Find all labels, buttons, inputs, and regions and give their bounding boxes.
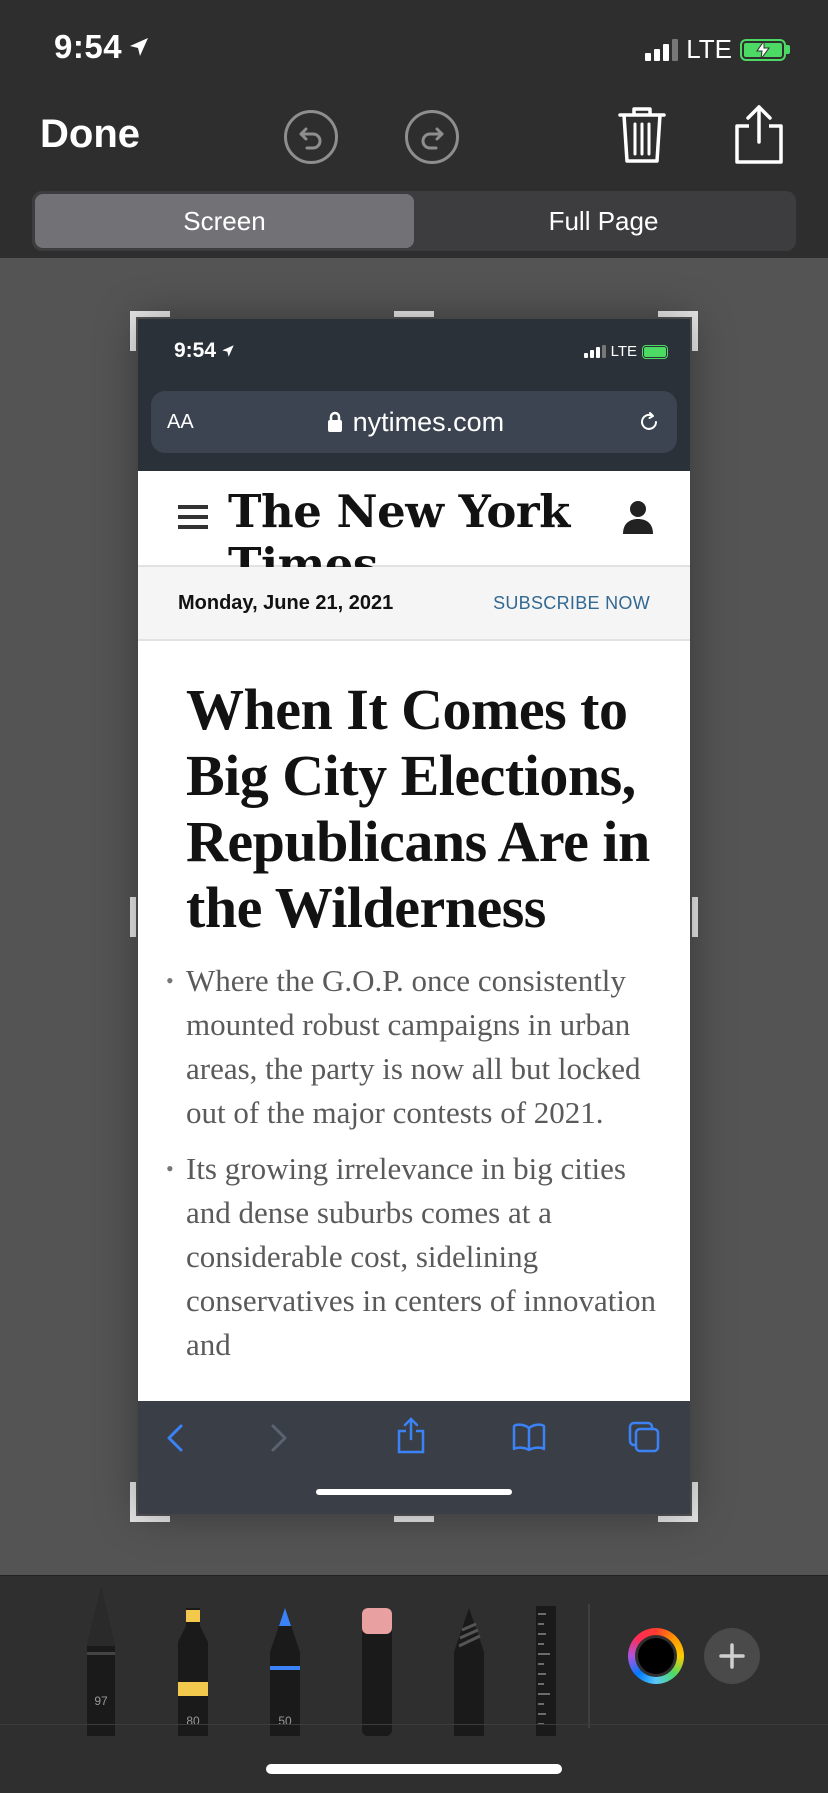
segment-screen[interactable]: Screen — [35, 194, 414, 248]
bookmarks-icon — [512, 1423, 546, 1451]
preview-safari-header: 9:54 LTE AA nytimes.com — [138, 319, 690, 471]
forward-chevron-icon — [271, 1424, 287, 1452]
lock-icon — [327, 411, 342, 432]
color-picker-button[interactable] — [628, 1628, 684, 1684]
share-icon — [397, 1417, 425, 1454]
battery-charging-icon — [642, 344, 668, 359]
battery-charging-icon — [740, 38, 786, 61]
palette-divider — [588, 1604, 590, 1728]
preview-url: nytimes.com — [352, 406, 505, 437]
share-icon — [735, 105, 783, 164]
preview-status-indicators: LTE — [583, 343, 668, 360]
signal-icon — [583, 345, 606, 358]
undo-icon — [299, 127, 322, 150]
status-time: 9:54 — [54, 28, 150, 66]
redo-icon — [421, 127, 444, 150]
preview-dateline: Monday, June 21, 2021 SUBSCRIBE NOW — [138, 567, 690, 641]
segment-full-page[interactable]: Full Page — [414, 194, 793, 248]
add-tool-button[interactable] — [704, 1628, 760, 1684]
lasso-icon — [454, 1608, 484, 1736]
marker-width-label: 80 — [186, 1714, 200, 1728]
pencil-tool[interactable]: 50 — [266, 1606, 304, 1741]
lasso-tool[interactable] — [450, 1606, 488, 1741]
trash-icon — [618, 107, 666, 163]
pen-tool[interactable]: 97 — [82, 1586, 120, 1741]
selected-color-swatch — [638, 1638, 674, 1674]
share-button[interactable] — [732, 104, 786, 171]
ruler-icon — [536, 1606, 556, 1736]
delete-button[interactable] — [616, 104, 668, 171]
status-indicators: LTE — [645, 34, 790, 65]
eraser-icon — [362, 1608, 392, 1736]
pencil-width-label: 50 — [278, 1714, 292, 1728]
network-label: LTE — [686, 34, 732, 64]
crop-handle-top-left[interactable] — [130, 311, 170, 317]
reader-aa-button: AA — [167, 410, 194, 433]
home-indicator — [266, 1764, 562, 1774]
preview-status-time: 9:54 — [174, 339, 235, 363]
summary-bullet: Where the G.O.P. once consistently mount… — [166, 959, 658, 1135]
top-bar: 9:54 LTE Done Screen Full Page — [0, 0, 828, 258]
pen-icon — [87, 1588, 115, 1736]
ruler-tool[interactable] — [532, 1604, 560, 1741]
markup-tool-palette: 97 80 50 — [0, 1575, 828, 1793]
tabs-icon — [628, 1421, 660, 1453]
screenshot-preview: 9:54 LTE AA nytimes.com The New York Tim… — [138, 319, 690, 1514]
crop-handle-bottom-left[interactable] — [130, 1516, 170, 1522]
marker-tool[interactable]: 80 — [174, 1606, 212, 1741]
signal-icon — [645, 38, 679, 61]
eraser-tool[interactable] — [358, 1606, 396, 1741]
preview-safari-toolbar — [138, 1401, 690, 1514]
account-icon — [623, 501, 653, 534]
crop-handle-top[interactable] — [394, 311, 434, 317]
location-arrow-icon — [222, 345, 234, 357]
hamburger-menu-icon — [178, 505, 208, 529]
plus-icon — [719, 1643, 745, 1669]
reload-icon — [641, 412, 657, 430]
preview-address-bar: AA nytimes.com — [151, 391, 677, 453]
back-chevron-icon — [167, 1424, 183, 1452]
done-button[interactable]: Done — [40, 112, 140, 157]
capture-mode-segmented-control: Screen Full Page — [32, 191, 796, 251]
summary-bullet: Its growing irrelevance in big cities an… — [166, 1147, 658, 1367]
article-summary-list: Where the G.O.P. once consistently mount… — [166, 959, 658, 1379]
crop-handle-bottom[interactable] — [394, 1516, 434, 1522]
preview-date: Monday, June 21, 2021 — [178, 592, 394, 614]
preview-masthead: The New York Times — [138, 471, 690, 591]
redo-button[interactable] — [405, 110, 459, 164]
pen-width-label: 97 — [94, 1694, 108, 1708]
article-headline: When It Comes to Big City Elections, Rep… — [186, 677, 650, 940]
location-arrow-icon — [130, 38, 149, 56]
crop-handle-left[interactable] — [130, 897, 136, 937]
preview-home-indicator — [316, 1489, 512, 1495]
subscribe-link: SUBSCRIBE NOW — [493, 593, 650, 613]
crop-handle-right[interactable] — [692, 897, 698, 937]
undo-button[interactable] — [284, 110, 338, 164]
